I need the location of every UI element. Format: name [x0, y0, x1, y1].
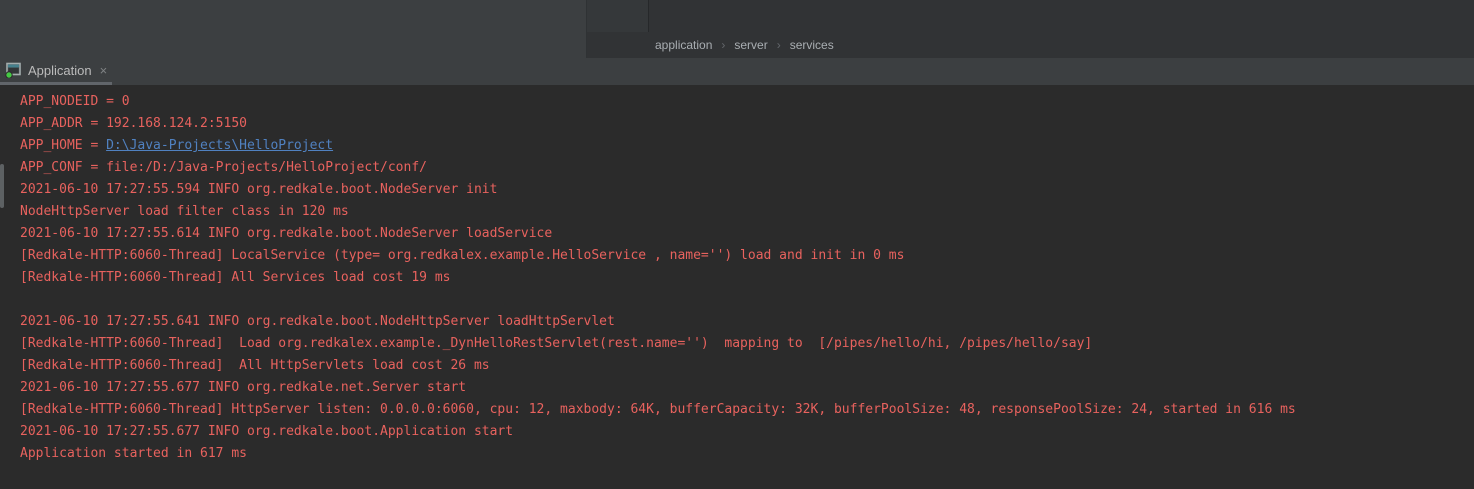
console-line: 2021-06-10 17:27:55.641 INFO org.redkale…: [20, 311, 1474, 333]
console-line: APP_NODEID = 0: [20, 91, 1474, 113]
editor-area: application › server › services: [0, 0, 1474, 58]
console-line: 2021-06-10 17:27:55.594 INFO org.redkale…: [20, 179, 1474, 201]
console-line: [Redkale-HTTP:6060-Thread] HttpServer li…: [20, 399, 1474, 421]
console-line: [Redkale-HTTP:6060-Thread] Load org.redk…: [20, 333, 1474, 355]
breadcrumb-separator-icon: ›: [777, 38, 781, 52]
console-line: Application started in 617 ms: [20, 443, 1474, 465]
breadcrumb: application › server › services: [655, 32, 834, 58]
left-scrollbar-thumb[interactable]: [0, 164, 4, 208]
console-line: APP_HOME = D:\Java-Projects\HelloProject: [20, 135, 1474, 157]
breadcrumb-item-services[interactable]: services: [790, 38, 834, 52]
console-file-link[interactable]: D:\Java-Projects\HelloProject: [106, 138, 333, 153]
console-line: 2021-06-10 17:27:55.677 INFO org.redkale…: [20, 377, 1474, 399]
console-output[interactable]: APP_NODEID = 0APP_ADDR = 192.168.124.2:5…: [0, 85, 1474, 489]
breadcrumb-item-application[interactable]: application: [655, 38, 712, 52]
console-line: APP_ADDR = 192.168.124.2:5150: [20, 113, 1474, 135]
editor-pane-left: [0, 0, 587, 58]
run-console-icon: [5, 62, 22, 78]
tab-application-label: Application: [28, 63, 92, 78]
console-text: APP_HOME =: [20, 138, 106, 153]
console-line: [20, 289, 1474, 311]
console-line: NodeHttpServer load filter class in 120 …: [20, 201, 1474, 223]
tab-application[interactable]: Application ×: [0, 58, 115, 82]
breadcrumb-separator-icon: ›: [721, 38, 725, 52]
ide-window: application › server › services Application …: [0, 0, 1474, 489]
console-line: 2021-06-10 17:27:55.614 INFO org.redkale…: [20, 223, 1474, 245]
run-toolwindow-tab-bar: Application ×: [0, 58, 1474, 85]
console-line: APP_CONF = file:/D:/Java-Projects/HelloP…: [20, 157, 1474, 179]
tab-close-icon[interactable]: ×: [100, 64, 108, 77]
breadcrumb-item-server[interactable]: server: [734, 38, 767, 52]
console-line: [Redkale-HTTP:6060-Thread] LocalService …: [20, 245, 1474, 267]
console-line: 2021-06-10 17:27:55.677 INFO org.redkale…: [20, 421, 1474, 443]
editor-split-block: [587, 0, 649, 32]
console-line: [Redkale-HTTP:6060-Thread] All Services …: [20, 267, 1474, 289]
console-line: [Redkale-HTTP:6060-Thread] All HttpServl…: [20, 355, 1474, 377]
